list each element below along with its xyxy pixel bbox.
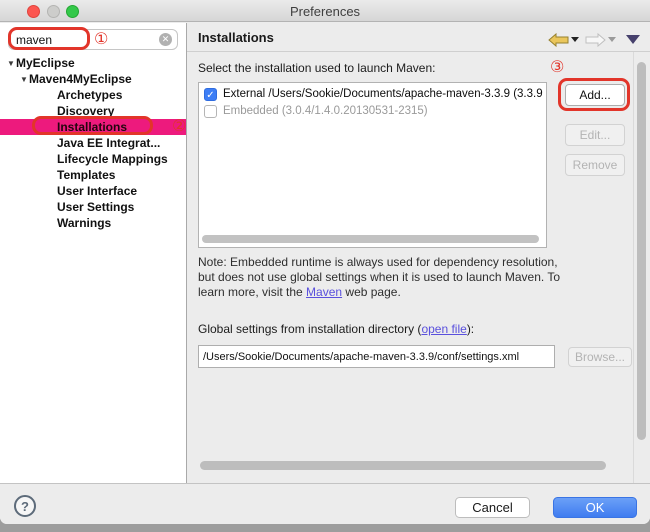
scrollbar-thumb[interactable]: [637, 62, 646, 440]
dialog-footer: ? Cancel OK: [0, 483, 650, 524]
disclosure-triangle-icon[interactable]: ▼: [20, 72, 28, 88]
history-navigation: [548, 31, 640, 47]
global-settings-label: Global settings from installation direct…: [198, 322, 474, 336]
sidebar-item-myeclipse[interactable]: ▼ MyEclipse: [0, 55, 186, 71]
sidebar-item-warnings[interactable]: Warnings: [0, 215, 186, 231]
tree-item-label: Installations: [0, 120, 127, 134]
preferences-window: Preferences ✕ ▼ MyEclipse ▼ Maven4MyEcli…: [0, 0, 650, 524]
tree-item-label: Discovery: [0, 104, 114, 118]
embedded-runtime-note: Note: Embedded runtime is always used fo…: [198, 255, 560, 300]
maven-link[interactable]: Maven: [306, 285, 342, 299]
pane-horizontal-scrollbar[interactable]: [189, 460, 633, 471]
header-separator: [187, 51, 650, 52]
window-title: Preferences: [0, 4, 650, 19]
search-input[interactable]: [16, 31, 146, 48]
forward-arrow-icon[interactable]: [585, 33, 606, 47]
global-settings-text-after: ):: [467, 322, 474, 336]
checkbox-checked-icon[interactable]: ✓: [204, 88, 217, 101]
note-text-after: web page.: [342, 285, 401, 299]
scrollbar-thumb[interactable]: [202, 235, 539, 243]
sidebar-item-java-ee-integration[interactable]: Java EE Integrat...: [0, 135, 186, 151]
tree-item-label: Java EE Integrat...: [0, 136, 160, 150]
installation-label: External /Users/Sookie/Documents/apache-…: [223, 88, 543, 100]
filter-search-field[interactable]: ✕: [8, 29, 178, 50]
preferences-sidebar: ✕ ▼ MyEclipse ▼ Maven4MyEclipse Archetyp…: [0, 23, 186, 483]
tree-item-label: Lifecycle Mappings: [0, 152, 168, 166]
add-button[interactable]: Add...: [565, 84, 625, 106]
sidebar-item-maven4myeclipse[interactable]: ▼ Maven4MyEclipse: [0, 71, 186, 87]
view-menu-icon[interactable]: [626, 35, 640, 44]
page-title: Installations: [198, 30, 274, 45]
sidebar-item-templates[interactable]: Templates: [0, 167, 186, 183]
sidebar-item-installations[interactable]: Installations: [0, 119, 186, 135]
help-button[interactable]: ?: [14, 495, 36, 517]
tree-item-label: Templates: [0, 168, 115, 182]
installations-list[interactable]: ✓ External /Users/Sookie/Documents/apach…: [198, 82, 547, 248]
preferences-tree: ▼ MyEclipse ▼ Maven4MyEclipse Archetypes…: [0, 55, 186, 231]
list-item-embedded-maven[interactable]: Embedded (3.0.4/1.4.0.20130531-2315): [199, 103, 546, 120]
disclosure-triangle-icon[interactable]: ▼: [7, 56, 15, 72]
browse-button[interactable]: Browse...: [568, 347, 632, 367]
cancel-button[interactable]: Cancel: [455, 497, 530, 518]
installations-pane: Installations Select the installation us…: [187, 23, 650, 483]
clear-search-icon[interactable]: ✕: [159, 33, 172, 46]
global-settings-text: Global settings from installation direct…: [198, 322, 421, 336]
ok-button[interactable]: OK: [553, 497, 637, 518]
edit-button[interactable]: Edit...: [565, 124, 625, 146]
tree-item-label: Warnings: [0, 216, 111, 230]
annotation-number-3: ③: [550, 59, 564, 75]
sidebar-item-lifecycle-mappings[interactable]: Lifecycle Mappings: [0, 151, 186, 167]
installation-label: Embedded (3.0.4/1.4.0.20130531-2315): [223, 105, 428, 117]
list-item-external-maven[interactable]: ✓ External /Users/Sookie/Documents/apach…: [199, 86, 546, 103]
sidebar-item-discovery[interactable]: Discovery: [0, 103, 186, 119]
open-file-link[interactable]: open file: [421, 322, 466, 336]
pane-vertical-scrollbar[interactable]: [633, 52, 650, 483]
tree-item-label: User Settings: [0, 200, 134, 214]
select-installation-label: Select the installation used to launch M…: [198, 61, 435, 75]
back-arrow-icon[interactable]: [548, 33, 569, 47]
checkbox-unchecked-icon[interactable]: [204, 105, 217, 118]
sidebar-item-user-interface[interactable]: User Interface: [0, 183, 186, 199]
list-horizontal-scrollbar[interactable]: [201, 235, 544, 244]
title-bar: Preferences: [0, 0, 650, 22]
scrollbar-thumb[interactable]: [200, 461, 606, 470]
tree-item-label: Archetypes: [0, 88, 122, 102]
back-history-dropdown-icon[interactable]: [571, 37, 579, 42]
forward-history-dropdown-icon[interactable]: [608, 37, 616, 42]
remove-button[interactable]: Remove: [565, 154, 625, 176]
sidebar-item-archetypes[interactable]: Archetypes: [0, 87, 186, 103]
settings-path-field[interactable]: [198, 345, 555, 368]
tree-item-label: User Interface: [0, 184, 137, 198]
sidebar-item-user-settings[interactable]: User Settings: [0, 199, 186, 215]
